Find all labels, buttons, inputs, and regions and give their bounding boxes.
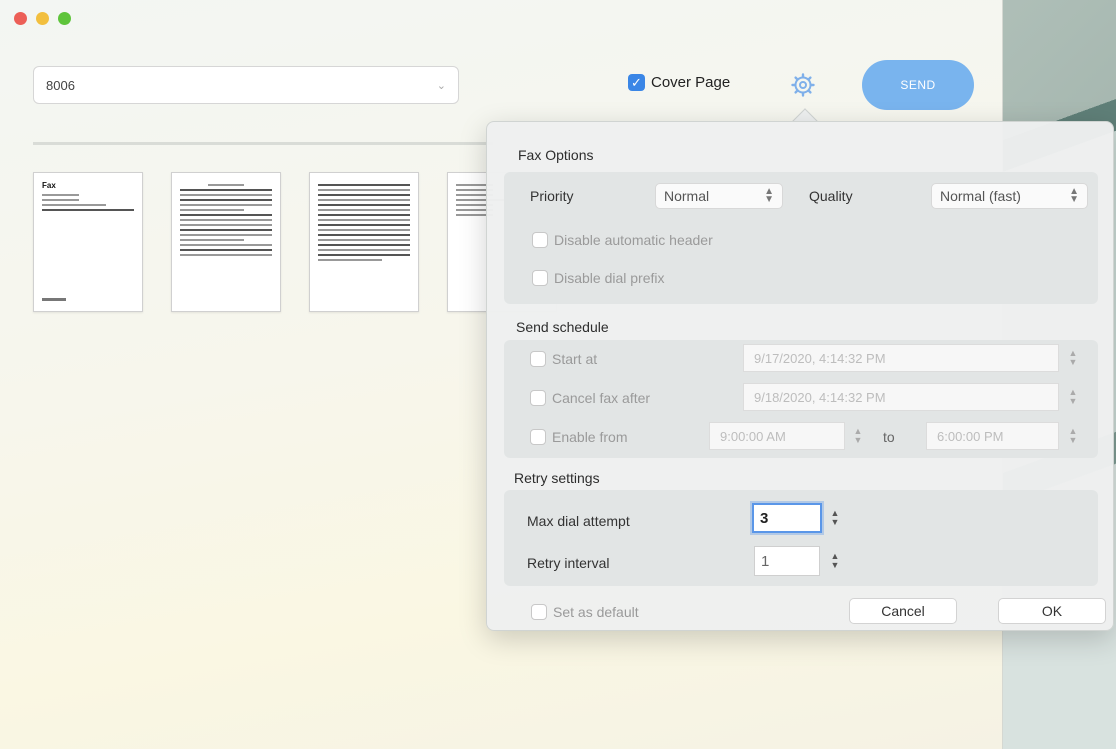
enable-to-stepper[interactable]: ▲ ▼ — [1067, 422, 1079, 450]
thumbnail-title: Fax — [42, 181, 56, 190]
zoom-window-button[interactable] — [58, 12, 71, 25]
start-at-checkbox[interactable] — [530, 351, 546, 367]
page-thumbnails: Fax — [33, 172, 557, 312]
close-window-button[interactable] — [14, 12, 27, 25]
window-controls — [14, 12, 71, 25]
enable-from-label: Enable from — [552, 429, 628, 445]
enable-from-stepper[interactable]: ▲ ▼ — [852, 422, 864, 450]
cancel-after-stepper[interactable]: ▲ ▼ — [1067, 383, 1079, 411]
cancel-after-label: Cancel fax after — [552, 390, 651, 406]
ok-button[interactable]: OK — [998, 598, 1106, 624]
start-at-label: Start at — [552, 351, 598, 367]
priority-label: Priority — [530, 188, 574, 204]
cover-page-checkbox[interactable]: ✓ — [628, 74, 645, 91]
enable-from-checkbox[interactable] — [530, 429, 546, 445]
send-schedule-heading: Send schedule — [516, 319, 609, 335]
set-default-label: Set as default — [553, 604, 639, 620]
retry-interval-label: Retry interval — [527, 555, 610, 571]
send-button[interactable]: SEND — [862, 60, 974, 110]
start-at-stepper[interactable]: ▲ ▼ — [1067, 344, 1079, 372]
recipient-combobox[interactable]: 8006 ⌄ — [33, 66, 459, 104]
minimize-window-button[interactable] — [36, 12, 49, 25]
chevron-down-icon[interactable]: ⌄ — [437, 79, 446, 92]
retry-interval-stepper[interactable]: ▲ ▼ — [829, 547, 841, 575]
max-dial-label: Max dial attempt — [527, 513, 630, 529]
disable-header-checkbox[interactable] — [532, 232, 548, 248]
settings-button[interactable] — [788, 70, 818, 100]
gear-icon — [791, 73, 815, 97]
enable-from-field[interactable]: 9:00:00 AM — [709, 422, 845, 450]
retry-settings-heading: Retry settings — [514, 470, 600, 486]
disable-header-label: Disable automatic header — [554, 232, 713, 248]
disable-dial-prefix-checkbox[interactable] — [532, 270, 548, 286]
retry-interval-input[interactable]: 1 — [754, 546, 820, 576]
cover-page-toggle[interactable]: ✓ Cover Page — [628, 74, 730, 91]
fax-options-heading: Fax Options — [518, 147, 594, 163]
set-default-checkbox[interactable] — [531, 604, 547, 620]
cancel-after-field[interactable]: 9/18/2020, 4:14:32 PM — [743, 383, 1059, 411]
priority-select[interactable]: Normal ▲ ▼ — [655, 183, 783, 209]
recipient-value: 8006 — [46, 77, 75, 93]
updown-chevron-icon: ▲ ▼ — [1069, 186, 1079, 205]
cancel-button[interactable]: Cancel — [849, 598, 957, 624]
enable-to-field[interactable]: 6:00:00 PM — [926, 422, 1059, 450]
page-thumbnail[interactable] — [171, 172, 281, 312]
quality-label: Quality — [809, 188, 853, 204]
updown-chevron-icon: ▲ ▼ — [764, 186, 774, 205]
max-dial-stepper[interactable]: ▲ ▼ — [829, 504, 841, 532]
quality-select[interactable]: Normal (fast) ▲ ▼ — [931, 183, 1088, 209]
start-at-field[interactable]: 9/17/2020, 4:14:32 PM — [743, 344, 1059, 372]
cover-page-label: Cover Page — [651, 74, 731, 91]
cancel-after-checkbox[interactable] — [530, 390, 546, 406]
disable-dial-prefix-label: Disable dial prefix — [554, 270, 665, 286]
page-thumbnail[interactable]: Fax — [33, 172, 143, 312]
max-dial-input[interactable]: 3 — [752, 503, 822, 533]
quality-value: Normal (fast) — [940, 188, 1021, 204]
divider — [33, 142, 493, 145]
to-label: to — [883, 429, 895, 445]
page-thumbnail[interactable] — [309, 172, 419, 312]
fax-options-popover: Fax Options Priority Normal ▲ ▼ Quality N… — [486, 121, 1114, 631]
priority-value: Normal — [664, 188, 710, 204]
